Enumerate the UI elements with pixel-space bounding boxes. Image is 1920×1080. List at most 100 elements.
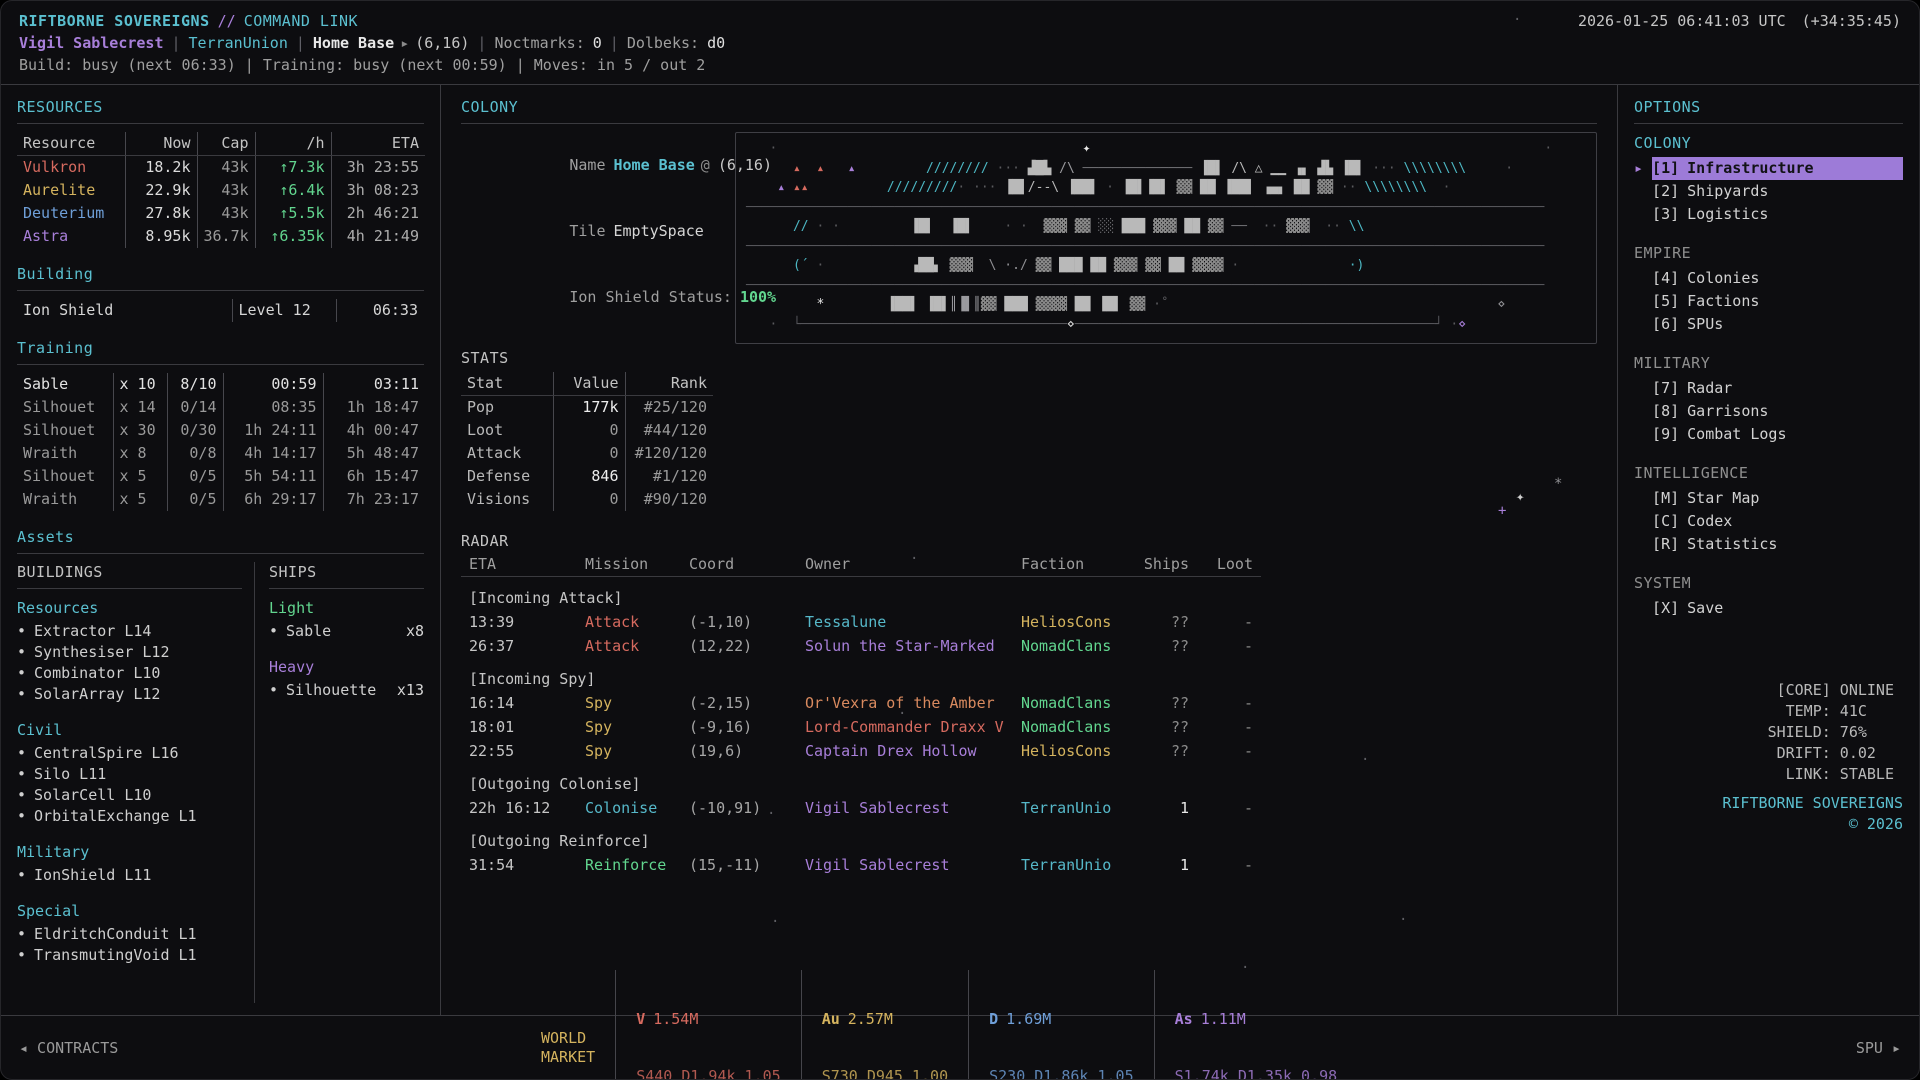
resource-now: 8.95k [125, 225, 197, 248]
art-segment: /\ [1059, 161, 1082, 176]
market-symbol: Au [822, 1010, 840, 1028]
art-segment: ▓▓▓ [1286, 219, 1309, 234]
assets-panel: Assets BUILDINGS Resources •Extractor L1… [17, 527, 424, 1003]
art-segment: ▐█▌ ▐█▌ [910, 219, 973, 234]
contracts-button[interactable]: ◂ CONTRACTS [19, 1039, 541, 1057]
option-body[interactable]: [2]Shipyards [1652, 180, 1903, 203]
option-body[interactable]: [4]Colonies [1652, 267, 1903, 290]
option-body[interactable]: [7]Radar [1652, 377, 1903, 400]
market-total: 1.11M [1201, 1010, 1246, 1028]
stat-name: Defense [461, 465, 553, 488]
main-area: RESOURCES ResourceNowCap/hETA Vulkron 18… [1, 85, 1919, 1015]
training-next: 5h 54:11 [223, 465, 323, 488]
option-body[interactable]: [8]Garrisons [1652, 400, 1903, 423]
art-segment: ░░ [1098, 219, 1121, 234]
base-arrow-icon: ▸ [400, 33, 409, 54]
option-item[interactable]: [R]Statistics [1634, 533, 1903, 556]
stat-row: Visions 0 #90/120 [461, 488, 713, 511]
resource-rate: ↑5.5k [255, 202, 331, 225]
stats-block: STATS StatValueRank Pop 177k [461, 348, 713, 511]
training-next: 6h 29:17 [223, 488, 323, 511]
bullet-icon: • [269, 681, 278, 699]
footer-bar: ◂ CONTRACTS WORLD MARKET V1.54M S440 D1.… [1, 1015, 1919, 1079]
option-cursor-icon [1634, 597, 1652, 620]
option-item[interactable]: [M]Star Map [1634, 487, 1903, 510]
option-body[interactable]: [X]Save [1652, 597, 1903, 620]
resource-row: Astra 8.95k 36.7k ↑6.35k 4h 21:49 [17, 225, 425, 248]
assets-title: Assets [17, 527, 424, 547]
radar-coord: (-1,10) [681, 610, 797, 634]
separator: | [296, 33, 305, 54]
option-body[interactable]: [9]Combat Logs [1652, 423, 1903, 446]
colony-tile: EmptySpace [614, 222, 704, 240]
option-label: Radar [1687, 379, 1732, 397]
radar-table: ETAMissionCoordOwnerFactionShipsLoot [In… [461, 553, 1261, 877]
option-item[interactable]: [9]Combat Logs [1634, 423, 1903, 446]
shield-status-line: Ion Shield Status:100% [461, 264, 713, 330]
divider [17, 553, 424, 554]
art-segment: ── [1231, 219, 1254, 234]
option-key: [4] [1652, 269, 1679, 287]
option-item[interactable]: [C]Codex [1634, 510, 1903, 533]
art-segment [824, 297, 887, 312]
radar-group-label: [Outgoing Reinforce] [461, 829, 1261, 853]
stats-column-header: Rank [625, 372, 713, 396]
resource-rate: ↑7.3k [255, 156, 331, 180]
option-body[interactable]: [6]SPUs [1652, 313, 1903, 336]
clock: 2026-01-25 06:41:03 UTC [1578, 11, 1786, 32]
resource-rate: ↑6.4k [255, 179, 331, 202]
asset-item-label: SolarArray L12 [34, 685, 160, 703]
training-row: Silhouet x 5 0/5 5h 54:11 6h 15:47 [17, 465, 425, 488]
option-body[interactable]: [M]Star Map [1652, 487, 1903, 510]
at-symbol: @ [701, 156, 710, 174]
option-item[interactable]: [5]Factions [1634, 290, 1903, 313]
spu-button[interactable]: SPU ▸ [1856, 1039, 1901, 1057]
resource-cap: 36.7k [197, 225, 255, 248]
option-body[interactable]: [C]Codex [1652, 510, 1903, 533]
option-body[interactable]: [5]Factions [1652, 290, 1903, 313]
core-status-label: [CORE] [1777, 680, 1831, 701]
radar-mission: Attack [577, 634, 681, 658]
option-item[interactable]: [6]SPUs [1634, 313, 1903, 336]
option-label: Garrisons [1687, 402, 1768, 420]
option-cursor-icon [1634, 203, 1652, 226]
option-key: [1] [1652, 159, 1679, 177]
training-progress: 0/8 [167, 442, 223, 465]
art-segment: └────────────────────────────────── [793, 317, 1067, 332]
asset-item-label: Combinator L10 [34, 664, 160, 682]
art-segment [1169, 297, 1498, 312]
option-item[interactable]: [3]Logistics [1634, 203, 1903, 226]
option-body[interactable]: [3]Logistics [1652, 203, 1903, 226]
option-item[interactable]: [8]Garrisons [1634, 400, 1903, 423]
option-item[interactable]: [X]Save [1634, 597, 1903, 620]
core-status-value: 41C [1840, 701, 1903, 722]
stat-row: Defense 846 #1/120 [461, 465, 713, 488]
colony-title: COLONY [461, 97, 1597, 117]
training-next: 00:59 [223, 373, 323, 396]
radar-gap-row [461, 658, 1261, 667]
option-body[interactable]: [R]Statistics [1652, 533, 1903, 556]
art-segment: ⋄ [1497, 297, 1505, 312]
resource-name: Astra [17, 225, 125, 248]
terminal-screen: · ✦ * + · · · · · · · · RIFTBORNE SOVERE… [0, 0, 1920, 1080]
radar-eta: 26:37 [461, 634, 577, 658]
base-coords: (6,16) [415, 33, 469, 54]
art-segment [785, 180, 793, 195]
ship-item-label: Silhouette [286, 681, 376, 699]
option-body[interactable]: [1]Infrastructure [1652, 157, 1903, 180]
copyright: © 2026 [1634, 814, 1903, 835]
option-item[interactable]: [7]Radar [1634, 377, 1903, 400]
option-item[interactable]: ▸ [1]Infrastructure [1634, 157, 1903, 180]
option-label: Codex [1687, 512, 1732, 530]
active-base[interactable]: Home Base [313, 33, 394, 54]
radar-eta: 22h 16:12 [461, 796, 577, 820]
option-item[interactable]: [4]Colonies [1634, 267, 1903, 290]
world-market-label-line2: MARKET [541, 1048, 595, 1067]
buildings-list: BUILDINGS Resources •Extractor L14 •Synt… [17, 562, 254, 1003]
resource-eta: 3h 23:55 [331, 156, 425, 180]
asset-item-label: OrbitalExchange L1 [34, 807, 197, 825]
training-qty: x 5 [113, 465, 167, 488]
radar-loot: - [1197, 853, 1261, 877]
option-item[interactable]: [2]Shipyards [1634, 180, 1903, 203]
option-cursor-icon [1634, 180, 1652, 203]
